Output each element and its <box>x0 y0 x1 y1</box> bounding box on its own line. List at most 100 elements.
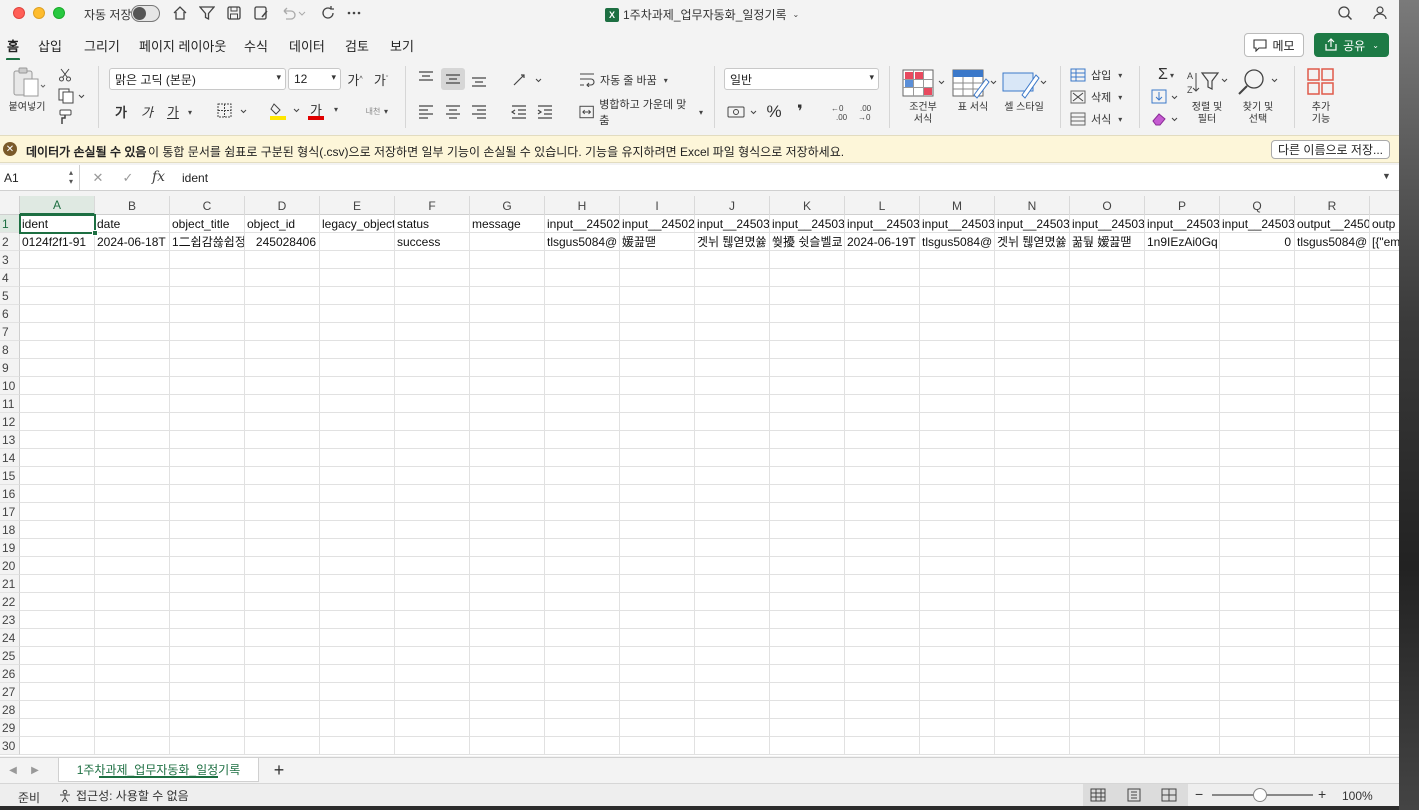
cell[interactable] <box>470 467 545 485</box>
cell[interactable] <box>95 449 170 467</box>
cell[interactable] <box>1370 737 1399 755</box>
cell[interactable]: input__24503 <box>1145 215 1220 233</box>
cell[interactable] <box>95 503 170 521</box>
autosum-icon[interactable]: Σ ▾ <box>1150 66 1182 84</box>
cell[interactable] <box>245 683 320 701</box>
wrap-text-button[interactable]: 자동 줄 바꿈 ▾ <box>579 70 669 90</box>
row-header[interactable]: 3 <box>0 251 20 269</box>
cell[interactable] <box>1070 593 1145 611</box>
cell[interactable] <box>1370 269 1399 287</box>
cell[interactable] <box>995 737 1070 755</box>
cell[interactable] <box>545 395 620 413</box>
cell[interactable] <box>695 539 770 557</box>
cell[interactable] <box>95 287 170 305</box>
row-header[interactable]: 24 <box>0 629 20 647</box>
cell[interactable] <box>695 737 770 755</box>
cell[interactable] <box>1295 305 1370 323</box>
align-middle-icon[interactable] <box>441 68 465 90</box>
cell[interactable] <box>320 467 395 485</box>
grow-font-button[interactable]: 가 ^ <box>346 70 364 88</box>
cell[interactable] <box>1070 485 1145 503</box>
cell[interactable] <box>620 629 695 647</box>
cell[interactable] <box>1220 521 1295 539</box>
expand-formula-bar-icon[interactable]: ▼ <box>1382 171 1391 181</box>
cell[interactable] <box>845 521 920 539</box>
cell[interactable]: input__24503 <box>1220 215 1295 233</box>
cell[interactable] <box>395 449 470 467</box>
cell[interactable] <box>1370 359 1399 377</box>
cell[interactable] <box>1145 665 1220 683</box>
cell[interactable] <box>20 485 95 503</box>
cell[interactable] <box>470 305 545 323</box>
cell[interactable] <box>1295 359 1370 377</box>
cell[interactable] <box>920 701 995 719</box>
row-header[interactable]: 26 <box>0 665 20 683</box>
format-as-table-icon[interactable] <box>952 68 998 100</box>
cell[interactable] <box>845 431 920 449</box>
cell[interactable] <box>545 359 620 377</box>
cell[interactable] <box>470 719 545 737</box>
fill-color-button[interactable] <box>268 100 304 122</box>
cell[interactable] <box>1370 431 1399 449</box>
merge-center-button[interactable]: 병합하고 가운데 맞춤 ▾ <box>579 99 703 127</box>
cell[interactable] <box>470 269 545 287</box>
cell[interactable] <box>20 431 95 449</box>
cell[interactable] <box>995 665 1070 683</box>
cell[interactable] <box>845 647 920 665</box>
cell[interactable] <box>770 467 845 485</box>
cell[interactable] <box>470 557 545 575</box>
cell[interactable] <box>320 629 395 647</box>
cell[interactable] <box>1295 629 1370 647</box>
cell[interactable] <box>545 719 620 737</box>
cell[interactable] <box>770 395 845 413</box>
row-header[interactable]: 5 <box>0 287 20 305</box>
cell[interactable] <box>1295 467 1370 485</box>
row-header[interactable]: 27 <box>0 683 20 701</box>
cell[interactable] <box>695 665 770 683</box>
row-header[interactable]: 19 <box>0 539 20 557</box>
cell[interactable] <box>170 701 245 719</box>
cell[interactable] <box>1295 485 1370 503</box>
cell[interactable] <box>1220 719 1295 737</box>
cell[interactable] <box>1220 431 1295 449</box>
cell[interactable] <box>695 395 770 413</box>
cell[interactable] <box>395 539 470 557</box>
cell[interactable] <box>770 611 845 629</box>
cell[interactable] <box>545 287 620 305</box>
cell[interactable] <box>170 593 245 611</box>
row-header[interactable]: 17 <box>0 503 20 521</box>
cell[interactable] <box>545 251 620 269</box>
cell[interactable] <box>695 593 770 611</box>
cell[interactable] <box>770 251 845 269</box>
cell[interactable] <box>395 701 470 719</box>
column-header-l[interactable]: L <box>845 196 920 215</box>
cell[interactable] <box>1070 647 1145 665</box>
cell[interactable] <box>920 611 995 629</box>
cell[interactable] <box>995 449 1070 467</box>
cell[interactable] <box>1370 701 1399 719</box>
normal-view-icon[interactable] <box>1088 787 1108 803</box>
cell[interactable] <box>695 683 770 701</box>
cell[interactable] <box>1370 251 1399 269</box>
cell[interactable] <box>995 521 1070 539</box>
cell[interactable] <box>995 647 1070 665</box>
cell[interactable] <box>20 359 95 377</box>
cell[interactable]: success <box>395 233 470 251</box>
cell[interactable] <box>95 575 170 593</box>
cell[interactable] <box>320 287 395 305</box>
cell[interactable] <box>395 629 470 647</box>
cell[interactable] <box>320 359 395 377</box>
cell[interactable] <box>770 737 845 755</box>
cell[interactable] <box>1370 665 1399 683</box>
cell[interactable] <box>95 683 170 701</box>
cell[interactable] <box>95 647 170 665</box>
cell[interactable] <box>470 593 545 611</box>
cell[interactable] <box>320 413 395 431</box>
cell[interactable] <box>1220 413 1295 431</box>
cell[interactable] <box>995 269 1070 287</box>
cell[interactable] <box>1070 467 1145 485</box>
cell[interactable]: [{"em <box>1370 233 1399 251</box>
minimize-window-button[interactable] <box>33 7 45 19</box>
cell[interactable] <box>395 503 470 521</box>
cell[interactable] <box>845 665 920 683</box>
